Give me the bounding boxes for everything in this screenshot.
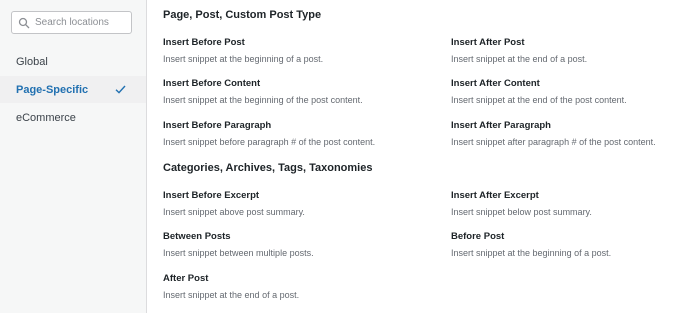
checkmark-icon: [115, 85, 126, 94]
location-insert-after-excerpt[interactable]: Insert After Excerpt Insert snippet belo…: [451, 190, 592, 217]
section-title: Categories, Archives, Tags, Taxonomies: [163, 162, 373, 174]
location-title: Insert Before Post: [163, 37, 245, 48]
location-title: Before Post: [451, 231, 505, 242]
location-description: Insert snippet above post summary.: [163, 207, 305, 217]
location-description: Insert snippet at the beginning of a pos…: [451, 248, 612, 258]
location-title: Insert Before Paragraph: [163, 120, 272, 131]
location-description: Insert snippet at the beginning of a pos…: [163, 54, 324, 64]
search-box[interactable]: [11, 11, 132, 34]
section-title: Page, Post, Custom Post Type: [163, 9, 322, 21]
location-between-posts[interactable]: Between Posts Insert snippet between mul…: [163, 231, 314, 258]
location-description: Insert snippet below post summary.: [451, 207, 592, 217]
location-insert-after-content[interactable]: Insert After Content Insert snippet at t…: [451, 78, 627, 105]
location-title: Insert After Post: [451, 37, 525, 48]
location-title: Between Posts: [163, 231, 231, 242]
location-insert-before-excerpt[interactable]: Insert Before Excerpt Insert snippet abo…: [163, 190, 305, 217]
location-description: Insert snippet at the beginning of the p…: [163, 95, 363, 105]
location-title: Insert After Paragraph: [451, 120, 551, 131]
location-description: Insert snippet after paragraph # of the …: [451, 137, 656, 147]
location-insert-after-post[interactable]: Insert After Post Insert snippet at the …: [451, 37, 587, 64]
sidebar: Global Page-Specific eCommerce: [0, 0, 147, 313]
sidebar-item-label: Global: [16, 55, 48, 68]
sidebar-item-label: eCommerce: [16, 111, 76, 124]
sidebar-item-page-specific[interactable]: Page-Specific: [0, 76, 146, 103]
sidebar-item-global[interactable]: Global: [0, 48, 146, 75]
location-insert-before-paragraph[interactable]: Insert Before Paragraph Insert snippet b…: [163, 120, 375, 147]
location-insert-before-post[interactable]: Insert Before Post Insert snippet at the…: [163, 37, 323, 64]
location-after-post[interactable]: After Post Insert snippet at the end of …: [163, 273, 299, 300]
sidebar-item-label: Page-Specific: [16, 83, 89, 96]
location-description: Insert snippet at the end of a post.: [451, 54, 588, 64]
locations-panel: Page, Post, Custom Post Type Insert Befo…: [148, 0, 680, 313]
location-description: Insert snippet between multiple posts.: [163, 248, 314, 258]
search-input[interactable]: [35, 17, 125, 28]
search-icon: [18, 17, 30, 28]
location-title: Insert Before Excerpt: [163, 190, 260, 201]
location-title: Insert Before Content: [163, 78, 261, 89]
location-before-post[interactable]: Before Post Insert snippet at the beginn…: [451, 231, 611, 258]
location-insert-before-content[interactable]: Insert Before Content Insert snippet at …: [163, 78, 363, 105]
location-title: Insert After Content: [451, 78, 540, 89]
location-description: Insert snippet before paragraph # of the…: [163, 137, 376, 147]
location-insert-after-paragraph[interactable]: Insert After Paragraph Insert snippet af…: [451, 120, 656, 147]
location-title: After Post: [163, 273, 209, 284]
location-description: Insert snippet at the end of the post co…: [451, 95, 627, 105]
location-description: Insert snippet at the end of a post.: [163, 290, 300, 300]
sidebar-item-ecommerce[interactable]: eCommerce: [0, 104, 146, 131]
location-title: Insert After Excerpt: [451, 190, 539, 201]
